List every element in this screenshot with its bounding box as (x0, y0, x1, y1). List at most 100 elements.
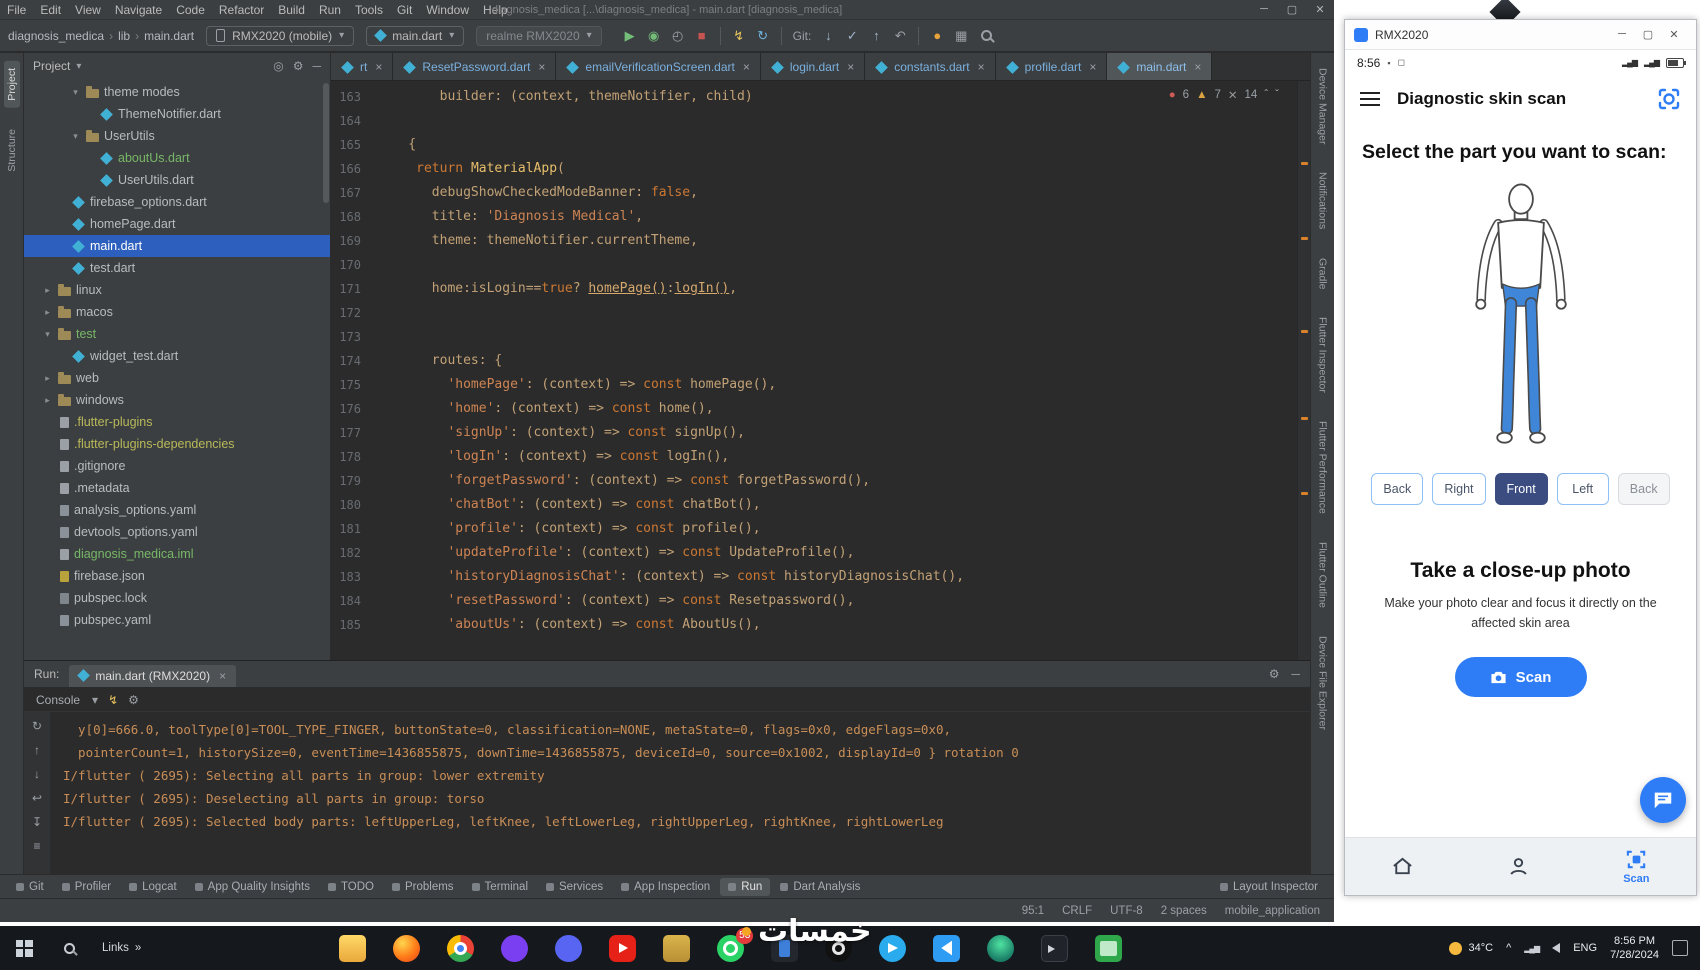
tool-button-device-manager[interactable]: Device Manager (1315, 61, 1331, 151)
scroll-down-icon[interactable]: ↓ (34, 767, 40, 781)
body-figure[interactable] (1457, 177, 1585, 457)
console-label[interactable]: Console (36, 693, 80, 707)
tree-item-web[interactable]: ▸ web (24, 367, 330, 389)
links-toolbar[interactable]: Links » (90, 942, 153, 954)
taskbar-telegram-icon[interactable] (879, 934, 907, 962)
hide-panel-icon[interactable]: ─ (312, 59, 321, 73)
scroll-up-icon[interactable]: ↑ (34, 743, 40, 757)
prev-problem-icon[interactable]: ˆ (1264, 89, 1268, 101)
editor-tab-rt[interactable]: rt × (331, 53, 394, 80)
editor-tab-login-dart[interactable]: login.dart × (760, 53, 866, 80)
git-push-icon[interactable]: ↑ (864, 28, 888, 43)
close-icon[interactable]: ✕ (1661, 28, 1687, 41)
taskbar-firefox-icon[interactable] (393, 934, 421, 962)
taskbar-search[interactable] (48, 926, 90, 970)
tree-item-metadata[interactable]: .metadata (24, 477, 330, 499)
menu-view[interactable]: View (68, 3, 108, 17)
start-button[interactable] (0, 926, 48, 970)
menu-edit[interactable]: Edit (33, 3, 68, 17)
error-stripe[interactable] (1297, 81, 1310, 660)
scroll-end-icon[interactable]: ↧ (32, 815, 42, 829)
toolwindow-app-quality-insights[interactable]: App Quality Insights (187, 878, 318, 896)
tree-item-flutter-plugins[interactable]: .flutter-plugins (24, 411, 330, 433)
project-scrollbar[interactable] (323, 83, 329, 203)
hot-restart-icon[interactable]: ↻ (751, 28, 775, 44)
scan-button[interactable]: Scan (1454, 657, 1587, 698)
tab-close-icon[interactable]: × (375, 60, 382, 74)
run-tab[interactable]: main.dart (RMX2020) × (69, 664, 237, 687)
tool-button-flutter-inspector[interactable]: Flutter Inspector (1315, 310, 1331, 400)
menu-run[interactable]: Run (312, 3, 348, 17)
nav-scan[interactable]: Scan (1623, 848, 1650, 885)
segment-right[interactable]: Right (1432, 473, 1486, 506)
console-output[interactable]: y[0]=666.0, toolType[0]=TOOL_TYPE_FINGER… (51, 712, 1310, 874)
device-selector[interactable]: RMX2020 (mobile) ▾ (206, 25, 355, 46)
tree-item-pubspec-lock[interactable]: pubspec.lock (24, 587, 330, 609)
tree-item-linux[interactable]: ▸ linux (24, 279, 330, 301)
minimize-icon[interactable]: ─ (1250, 3, 1278, 16)
breadcrumb-item[interactable]: main.dart (144, 29, 194, 43)
toolwindow-dart-analysis[interactable]: Dart Analysis (772, 878, 868, 896)
editor-tab-resetpassword-dart[interactable]: ResetPassword.dart × (393, 53, 557, 80)
tree-item-userutils-dart[interactable]: UserUtils.dart (24, 169, 330, 191)
tab-close-icon[interactable]: × (538, 60, 545, 74)
tree-item-main-dart[interactable]: main.dart (24, 235, 330, 257)
toolwindow-profiler[interactable]: Profiler (54, 878, 119, 896)
menu-navigate[interactable]: Navigate (108, 3, 169, 17)
toolwindow-git[interactable]: Git (8, 878, 52, 896)
next-problem-icon[interactable]: ˇ (1275, 89, 1279, 101)
tree-item-firebase-options-dart[interactable]: firebase_options.dart (24, 191, 330, 213)
segment-front[interactable]: Front (1494, 473, 1548, 506)
toolwindow-terminal[interactable]: Terminal (464, 878, 536, 896)
tab-close-icon[interactable]: × (978, 60, 985, 74)
tool-button-project[interactable]: Project (3, 61, 20, 108)
git-commit-icon[interactable]: ✓ (840, 28, 864, 44)
close-icon[interactable]: ✕ (1306, 3, 1334, 16)
nav-home[interactable] (1391, 855, 1414, 878)
face-scan-icon[interactable] (1657, 87, 1681, 111)
tab-close-icon[interactable]: × (847, 60, 854, 74)
taskbar-green-icon[interactable] (1095, 934, 1123, 962)
taskbar-explorer-icon[interactable] (339, 934, 367, 962)
nav-profile[interactable] (1507, 855, 1530, 878)
breadcrumb-item[interactable]: lib (118, 29, 130, 43)
minimize-icon[interactable]: ─ (1291, 667, 1300, 681)
minimize-icon[interactable]: ─ (1609, 28, 1635, 41)
layout-icon[interactable]: ▦ (949, 28, 973, 44)
segment-back[interactable]: Back (1371, 473, 1424, 506)
clear-icon[interactable]: ≡ (33, 839, 40, 853)
status-crlf[interactable]: CRLF (1062, 905, 1092, 917)
menu-build[interactable]: Build (271, 3, 312, 17)
hot-reload-icon[interactable]: ↯ (727, 28, 751, 44)
run-icon[interactable]: ▶ (618, 28, 642, 44)
taskbar-vscode-icon[interactable] (933, 934, 961, 962)
tree-item-test[interactable]: ▾ test (24, 323, 330, 345)
stop-icon[interactable]: ■ (690, 28, 714, 43)
locate-file-icon[interactable]: ◎ (273, 59, 283, 73)
language-indicator[interactable]: ENG (1573, 942, 1597, 954)
tool-button-flutter-performance[interactable]: Flutter Performance (1315, 414, 1331, 521)
taskbar-whatsapp-icon[interactable]: 53 (717, 927, 754, 962)
tray-expand-icon[interactable]: ^ (1506, 942, 1511, 954)
network-icon[interactable]: ▂▄▆ (1524, 944, 1540, 953)
settings-icon[interactable]: ⚙ (1269, 667, 1280, 681)
status-mobile-application[interactable]: mobile_application (1225, 905, 1320, 917)
tool-button-notifications[interactable]: Notifications (1315, 165, 1331, 236)
sync-status-icon[interactable]: ● (925, 28, 949, 43)
menu-code[interactable]: Code (169, 3, 212, 17)
menu-refactor[interactable]: Refactor (212, 3, 271, 17)
hot-reload-icon[interactable]: ↯ (108, 693, 118, 707)
editor-tab-emailverificationscreen-dart[interactable]: emailVerificationScreen.dart × (556, 53, 761, 80)
clock[interactable]: 8:56 PM 7/28/2024 (1610, 934, 1659, 963)
tree-item-diagnosis-medica-iml[interactable]: diagnosis_medica.iml (24, 543, 330, 565)
tree-item-gitignore[interactable]: .gitignore (24, 455, 330, 477)
toolwindow-problems[interactable]: Problems (384, 878, 462, 896)
phone-window-titlebar[interactable]: RMX2020 ─ ▢ ✕ (1345, 20, 1696, 50)
settings-icon[interactable]: ⚙ (128, 693, 139, 707)
tree-item-devtools-options-yaml[interactable]: devtools_options.yaml (24, 521, 330, 543)
toolwindow-logcat[interactable]: Logcat (121, 878, 185, 896)
chat-fab[interactable] (1640, 777, 1686, 823)
taskbar-chrome-icon[interactable] (447, 934, 475, 962)
taskbar-grape-icon[interactable] (501, 934, 529, 962)
menu-tools[interactable]: Tools (348, 3, 390, 17)
